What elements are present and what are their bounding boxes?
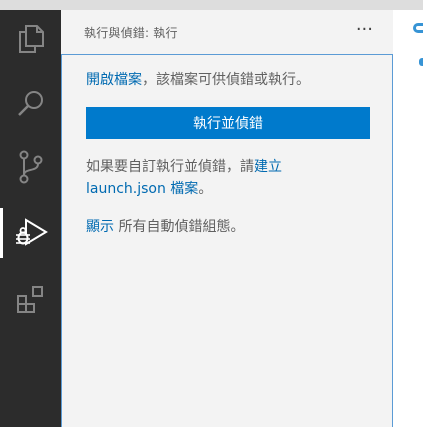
search-icon bbox=[16, 88, 46, 118]
show-link[interactable]: 顯示 bbox=[86, 219, 114, 235]
editor-area bbox=[393, 10, 423, 427]
launch-json-period: 。 bbox=[198, 181, 213, 197]
run-and-debug-button[interactable]: 執行並偵錯 bbox=[86, 107, 370, 139]
window-top-strip bbox=[0, 0, 423, 10]
open-file-text: ，該檔案可供偵錯或執行。 bbox=[142, 72, 310, 88]
show-configs-line: 顯示 所有自動偵錯組態。 bbox=[86, 216, 244, 238]
more-actions-icon[interactable]: ··· bbox=[356, 20, 373, 40]
activity-bar bbox=[0, 10, 61, 427]
create-link[interactable]: 建立 bbox=[254, 159, 282, 175]
activity-explorer[interactable] bbox=[0, 14, 61, 64]
source-control-icon bbox=[17, 150, 45, 184]
editor-content-fragment bbox=[413, 23, 423, 33]
activity-source-control[interactable] bbox=[0, 142, 61, 192]
sidebar-title: 執行與偵錯: 執行 bbox=[84, 25, 178, 40]
activity-search[interactable] bbox=[0, 78, 61, 128]
customize-text: 如果要自訂執行並偵錯，請 bbox=[86, 159, 254, 175]
run-debug-welcome-panel: 開啟檔案，該檔案可供偵錯或執行。 執行並偵錯 如果要自訂執行並偵錯，請建立 la… bbox=[61, 54, 393, 427]
customize-line: 如果要自訂執行並偵錯，請建立 bbox=[86, 156, 282, 178]
run-debug-sidebar: 執行與偵錯: 執行 ··· 開啟檔案，該檔案可供偵錯或執行。 執行並偵錯 如果要… bbox=[61, 10, 393, 427]
run-debug-icon bbox=[15, 218, 49, 248]
sidebar-header: 執行與偵錯: 執行 ··· bbox=[61, 10, 393, 54]
launch-json-line: launch.json 檔案。 bbox=[86, 178, 212, 200]
editor-content-fragment bbox=[419, 58, 423, 66]
extensions-icon bbox=[16, 284, 46, 314]
activity-run-debug[interactable] bbox=[0, 208, 61, 258]
open-file-line: 開啟檔案，該檔案可供偵錯或執行。 bbox=[86, 69, 310, 91]
activity-extensions[interactable] bbox=[0, 274, 61, 324]
show-text: 所有自動偵錯組態。 bbox=[114, 219, 245, 235]
open-file-link[interactable]: 開啟檔案 bbox=[86, 72, 142, 88]
explorer-icon bbox=[17, 24, 45, 54]
launch-json-link[interactable]: launch.json 檔案 bbox=[86, 181, 198, 197]
